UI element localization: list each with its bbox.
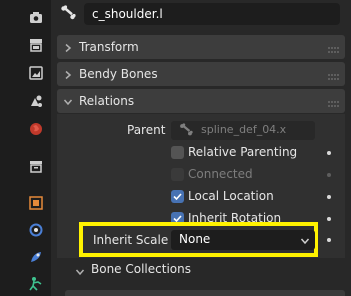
relative-parenting-label: Relative Parenting bbox=[188, 145, 298, 159]
world-icon[interactable] bbox=[24, 117, 48, 141]
render-icon[interactable] bbox=[24, 33, 48, 57]
parent-value: spline_def_04.x bbox=[201, 123, 287, 136]
keyframe-dot[interactable] bbox=[327, 195, 331, 199]
local-location-label: Local Location bbox=[188, 189, 274, 203]
inherit-scale-dropdown[interactable]: None bbox=[171, 230, 315, 250]
tool-icon[interactable] bbox=[24, 5, 48, 29]
properties-tab-bar bbox=[0, 0, 51, 296]
connected-checkbox bbox=[171, 168, 184, 181]
inherit-scale-value: None bbox=[179, 232, 211, 246]
bone-icon bbox=[179, 123, 193, 140]
chevron-down-icon bbox=[75, 266, 85, 280]
output-icon[interactable] bbox=[24, 61, 48, 85]
bone-icon bbox=[60, 5, 76, 24]
relations-section-label: Relations bbox=[79, 94, 135, 108]
transform-section-label: Transform bbox=[79, 40, 139, 54]
drag-grip-icon[interactable] bbox=[327, 70, 341, 84]
bone-collections-section-label[interactable]: Bone Collections bbox=[91, 262, 191, 276]
keyframe-dot bbox=[327, 173, 331, 177]
local-location-checkbox[interactable] bbox=[171, 190, 184, 203]
panel-header: c_shoulder.l bbox=[51, 0, 351, 30]
object-icon[interactable] bbox=[24, 191, 48, 215]
keyframe-dot[interactable] bbox=[327, 151, 331, 155]
inherit-scale-label: Inherit Scale bbox=[93, 233, 169, 247]
connected-label: Connected bbox=[188, 167, 253, 181]
relations-section-header[interactable]: Relations bbox=[57, 89, 345, 113]
chevron-down-icon bbox=[63, 96, 73, 110]
bone-collections-list-edge bbox=[65, 290, 345, 296]
bone-tab-icon[interactable] bbox=[24, 272, 48, 296]
bendy-bones-section-header[interactable]: Bendy Bones bbox=[57, 62, 345, 86]
keyframe-dot[interactable] bbox=[327, 217, 331, 221]
keyframe-dot[interactable] bbox=[327, 238, 331, 242]
bendy-bones-section-label: Bendy Bones bbox=[79, 67, 158, 81]
parent-label: Parent bbox=[127, 123, 166, 137]
view-layer-icon[interactable] bbox=[24, 89, 48, 113]
particles-icon[interactable] bbox=[24, 245, 48, 269]
chevron-right-icon bbox=[63, 69, 73, 83]
relative-parenting-checkbox[interactable] bbox=[171, 146, 184, 159]
drag-grip-icon[interactable] bbox=[327, 97, 341, 111]
drag-grip-icon[interactable] bbox=[327, 43, 341, 57]
chevron-down-icon bbox=[300, 235, 310, 249]
bone-name-field[interactable]: c_shoulder.l bbox=[84, 3, 340, 25]
transform-section-header[interactable]: Transform bbox=[57, 35, 345, 59]
parent-field[interactable]: spline_def_04.x bbox=[171, 121, 315, 140]
chevron-right-icon bbox=[63, 42, 73, 56]
modifier-icon[interactable] bbox=[24, 218, 48, 242]
collection-icon[interactable] bbox=[24, 154, 48, 178]
properties-panel: c_shoulder.l Transform Bendy Bones Relat… bbox=[51, 0, 351, 296]
